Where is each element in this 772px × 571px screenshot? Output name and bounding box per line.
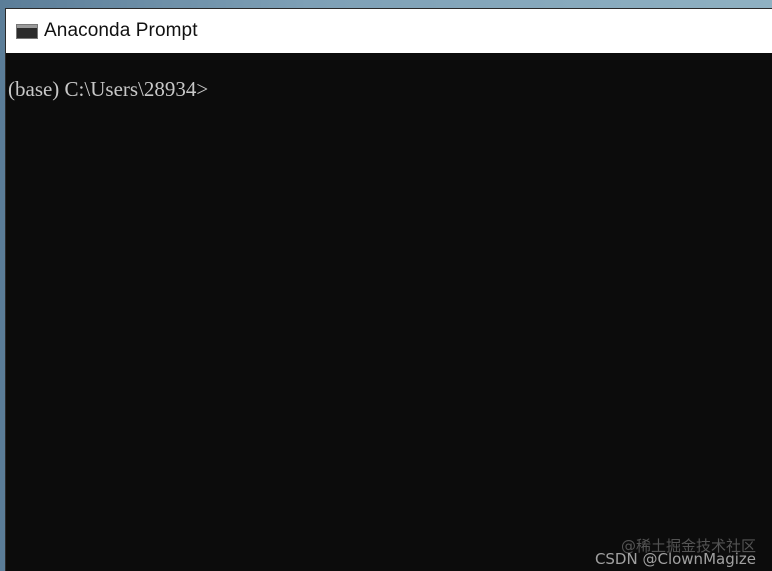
watermark: @稀土掘金技术社区 CSDN @ClownMagize [595,539,756,567]
command-prompt-line[interactable]: (base) C:\Users\28934> [8,77,208,102]
anaconda-prompt-window[interactable]: Anaconda Prompt (base) C:\Users\28934> @… [6,9,772,571]
watermark-csdn: CSDN @ClownMagize [594,550,756,568]
window-title: Anaconda Prompt [44,20,198,41]
console-area[interactable]: (base) C:\Users\28934> [6,53,772,571]
title-bar[interactable]: Anaconda Prompt [6,9,772,53]
console-window-icon [16,23,38,39]
